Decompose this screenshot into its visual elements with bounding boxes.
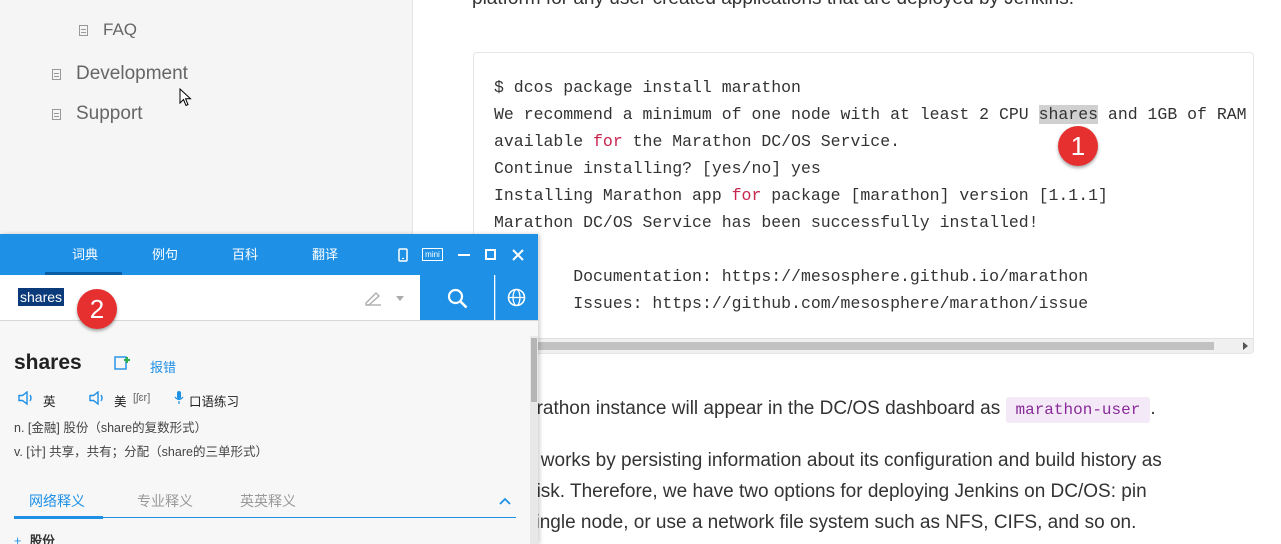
search-input[interactable]: shares: [18, 288, 65, 306]
expand-icon[interactable]: +: [14, 534, 21, 544]
sidebar-item-label: FAQ: [103, 20, 138, 39]
document-icon: [52, 108, 61, 120]
tab-examples[interactable]: 例句: [152, 234, 178, 275]
vertical-scrollbar[interactable]: [530, 336, 538, 544]
step-badge-2: 2: [77, 289, 117, 329]
headword: shares: [14, 351, 82, 374]
globe-icon: [507, 288, 526, 307]
highlighted-word[interactable]: shares: [1038, 105, 1099, 124]
tab-encyclopedia[interactable]: 百科: [232, 234, 258, 275]
pron-uk-label: 英: [43, 395, 56, 409]
web-definition-entry: + 股份: [14, 530, 55, 544]
definition-verb: v. [计] 共享，共有；分配（share的三单形式）: [14, 445, 268, 459]
tab-translate[interactable]: 翻译: [312, 234, 338, 275]
search-button[interactable]: [420, 275, 494, 320]
phonetic-us: [ʃɛr]: [133, 392, 151, 404]
maximize-icon[interactable]: [485, 249, 496, 260]
active-subtab-indicator: [14, 516, 103, 519]
code-block: $ dcos package install marathon We recom…: [473, 52, 1254, 354]
sidebar-item-development[interactable]: Development: [52, 63, 188, 85]
handwriting-icon[interactable]: [364, 290, 382, 306]
inline-code: marathon-user: [1005, 397, 1151, 423]
horizontal-scrollbar[interactable]: [474, 338, 1253, 353]
paragraph-line: s works by persisting information about …: [526, 450, 1162, 471]
scrollbar-thumb[interactable]: [531, 338, 537, 402]
speaker-icon[interactable]: [89, 391, 106, 405]
speaking-practice-link[interactable]: 口语练习: [189, 391, 239, 410]
sidebar-item-faq[interactable]: FAQ: [79, 20, 137, 40]
chevron-down-icon[interactable]: [396, 296, 404, 301]
chevron-up-icon[interactable]: [499, 497, 511, 505]
mobile-icon[interactable]: [398, 248, 408, 262]
scroll-right-arrow-icon[interactable]: [1243, 342, 1248, 350]
code-text: $ dcos package install marathon We recom…: [494, 78, 1247, 313]
document-icon: [52, 68, 61, 80]
sidebar-item-support[interactable]: Support: [52, 103, 143, 125]
step-badge-1: 1: [1058, 126, 1098, 166]
definition-noun: n. [金融] 股份（share的复数形式）: [14, 421, 208, 435]
paragraph-marathon-user: arathon instance will appear in the DC/O…: [526, 393, 1156, 426]
search-icon: [447, 288, 468, 309]
document-icon: [79, 24, 88, 36]
main-content: platform for any user-created applicatio…: [413, 0, 1281, 544]
add-wordbook-icon[interactable]: [114, 355, 131, 370]
microphone-icon[interactable]: [174, 390, 184, 405]
scrollbar-thumb[interactable]: [474, 342, 1214, 350]
minimize-icon[interactable]: [458, 254, 470, 256]
web-search-button[interactable]: [495, 275, 538, 320]
mouse-cursor-icon: [179, 88, 192, 107]
speaker-icon[interactable]: [18, 391, 35, 405]
subtab-web-definition[interactable]: 网络释义: [29, 491, 85, 511]
close-icon[interactable]: [512, 249, 524, 261]
report-error-link[interactable]: 报错: [150, 357, 176, 376]
paragraph-line: disk. Therefore, we have two options for…: [526, 481, 1147, 502]
sidebar-item-label: Support: [76, 103, 143, 124]
dictionary-popup: 词典 例句 百科 翻译 mini shares shares 报错 英 美 [ʃ…: [0, 234, 538, 544]
dictionary-result: shares 报错 英 美 [ʃɛr] 口语练习 n. [金融] 股份（shar…: [0, 321, 538, 544]
paragraph-line: single node, or use a network file syste…: [526, 512, 1137, 533]
pron-us-label: 美: [114, 395, 127, 409]
dictionary-titlebar: 词典 例句 百科 翻译 mini: [0, 234, 538, 275]
tab-dictionary[interactable]: 词典: [44, 234, 123, 275]
paragraph-text: platform for any user-created applicatio…: [472, 0, 1074, 10]
subtab-professional[interactable]: 专业释义: [137, 491, 193, 511]
sidebar-item-label: Development: [76, 63, 188, 84]
subtab-english-english[interactable]: 英英释义: [240, 491, 296, 511]
mini-mode-button[interactable]: mini: [422, 248, 443, 261]
